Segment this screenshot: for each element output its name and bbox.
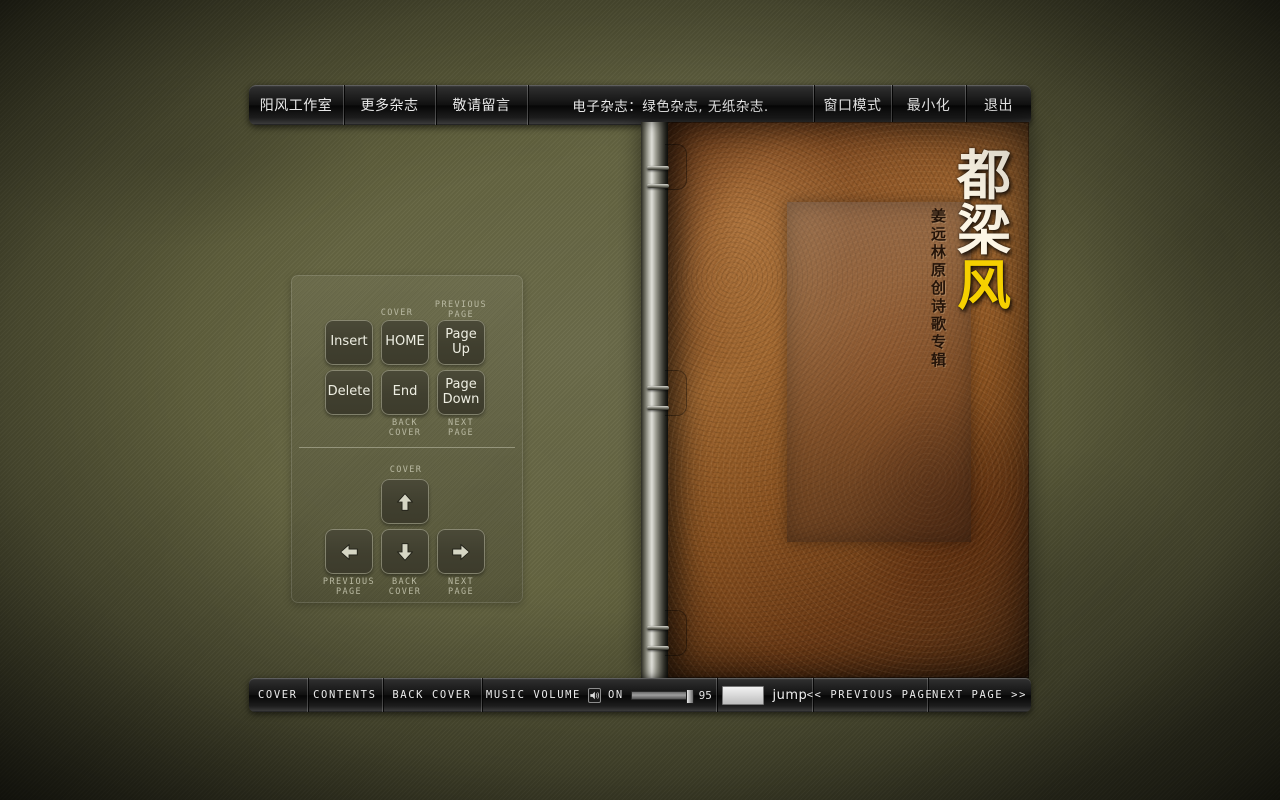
key-page-down-line1: Page [445, 377, 477, 393]
arrow-left-icon [338, 541, 360, 563]
top-toolbar: 阳风工作室 更多杂志 敬请留言 电子杂志：绿色杂志, 无纸杂志. 窗口模式 最小… [249, 85, 1031, 125]
key-label-end-line2: COVER [388, 428, 422, 439]
arrow-label-down-line2: COVER [388, 587, 422, 598]
key-label-pageup-line2: PAGE [447, 310, 475, 321]
bottom-button-contents[interactable]: CONTENTS [308, 678, 384, 712]
music-volume-label: MUSIC VOLUME [485, 689, 581, 701]
key-label-pagedown-line2: PAGE [447, 428, 475, 439]
key-page-up-line2: Up [452, 341, 470, 357]
spiral-ring [647, 406, 669, 410]
spiral-ring [647, 386, 669, 390]
key-page-up-line1: Page [445, 327, 477, 343]
key-label-home-top: COVER [380, 308, 414, 318]
arrow-label-up: COVER [389, 465, 423, 475]
menu-item-more-magazines[interactable]: 更多杂志 [344, 85, 436, 125]
magazine-viewer[interactable]: 都 梁 风 姜远林原创诗歌专辑 [641, 122, 1029, 678]
tagline-text: 电子杂志：绿色杂志, 无纸杂志. [528, 85, 814, 125]
spiral-ring [647, 184, 669, 188]
book-spine [641, 122, 668, 678]
spiral-ring [647, 646, 669, 650]
keyboard-help-panel: COVER PREVIOUS PAGE Insert HOME Page Up … [291, 275, 523, 603]
volume-slider-handle[interactable] [685, 688, 694, 704]
menu-item-leave-message[interactable]: 敬请留言 [436, 85, 528, 125]
music-volume-control: MUSIC VOLUME ON 95 [482, 678, 717, 712]
menu-item-minimize[interactable]: 最小化 [892, 85, 966, 125]
key-arrow-up[interactable] [381, 479, 429, 524]
menu-item-window-mode[interactable]: 窗口模式 [814, 85, 892, 125]
arrow-label-right-line1: NEXT [447, 577, 475, 587]
menu-item-studio[interactable]: 阳风工作室 [249, 85, 344, 125]
arrow-label-left-line1: PREVIOUS [322, 577, 376, 587]
volume-slider[interactable] [630, 688, 694, 704]
arrow-up-icon [394, 491, 416, 513]
jump-control: jump [717, 678, 813, 712]
key-home[interactable]: HOME [381, 320, 429, 365]
key-label-pagedown-line1: NEXT [447, 418, 475, 428]
key-page-down-line2: Down [442, 391, 480, 407]
arrow-label-right-line2: PAGE [447, 587, 475, 598]
arrow-label-right: NEXT PAGE [433, 577, 489, 597]
arrow-label-left-line2: PAGE [335, 587, 363, 598]
key-label-end-line1: BACK [391, 418, 419, 428]
music-state-label: ON [607, 689, 624, 701]
key-insert[interactable]: Insert [325, 320, 373, 365]
bottom-button-previous-page[interactable]: << PREVIOUS PAGE [807, 678, 932, 712]
key-delete[interactable]: Delete [325, 370, 373, 415]
help-panel-divider [299, 447, 515, 448]
key-arrow-right[interactable] [437, 529, 485, 574]
arrow-down-icon [394, 541, 416, 563]
key-label-pageup-top: PREVIOUS PAGE [429, 300, 493, 320]
key-label-end-bottom: BACK COVER [375, 418, 435, 438]
bottom-toolbar: COVER CONTENTS BACK COVER MUSIC VOLUME O… [249, 678, 1031, 712]
key-label-pageup-line1: PREVIOUS [434, 300, 488, 310]
cover-edge-shadow [667, 122, 1029, 678]
key-label-pagedown-bottom: NEXT PAGE [433, 418, 489, 438]
menu-item-exit[interactable]: 退出 [966, 85, 1031, 125]
jump-label[interactable]: jump [773, 688, 808, 703]
jump-page-input[interactable] [721, 685, 764, 705]
arrow-label-left: PREVIOUS PAGE [317, 577, 381, 597]
key-arrow-left[interactable] [325, 529, 373, 574]
bottom-button-back-cover[interactable]: BACK COVER [383, 678, 482, 712]
spiral-ring [647, 166, 669, 170]
bottom-button-cover[interactable]: COVER [249, 678, 308, 712]
arrow-label-down-line1: BACK [391, 577, 419, 587]
key-page-down[interactable]: Page Down [437, 370, 485, 415]
spiral-ring [647, 626, 669, 630]
bottom-button-next-page[interactable]: NEXT PAGE >> [928, 678, 1031, 712]
key-page-up[interactable]: Page Up [437, 320, 485, 365]
speaker-icon[interactable] [587, 687, 601, 703]
volume-value: 95 [698, 688, 712, 702]
arrow-label-down: BACK COVER [375, 577, 435, 597]
magazine-cover-page[interactable]: 都 梁 风 姜远林原创诗歌专辑 [667, 122, 1029, 678]
key-end[interactable]: End [381, 370, 429, 415]
arrow-right-icon [450, 541, 472, 563]
key-arrow-down[interactable] [381, 529, 429, 574]
